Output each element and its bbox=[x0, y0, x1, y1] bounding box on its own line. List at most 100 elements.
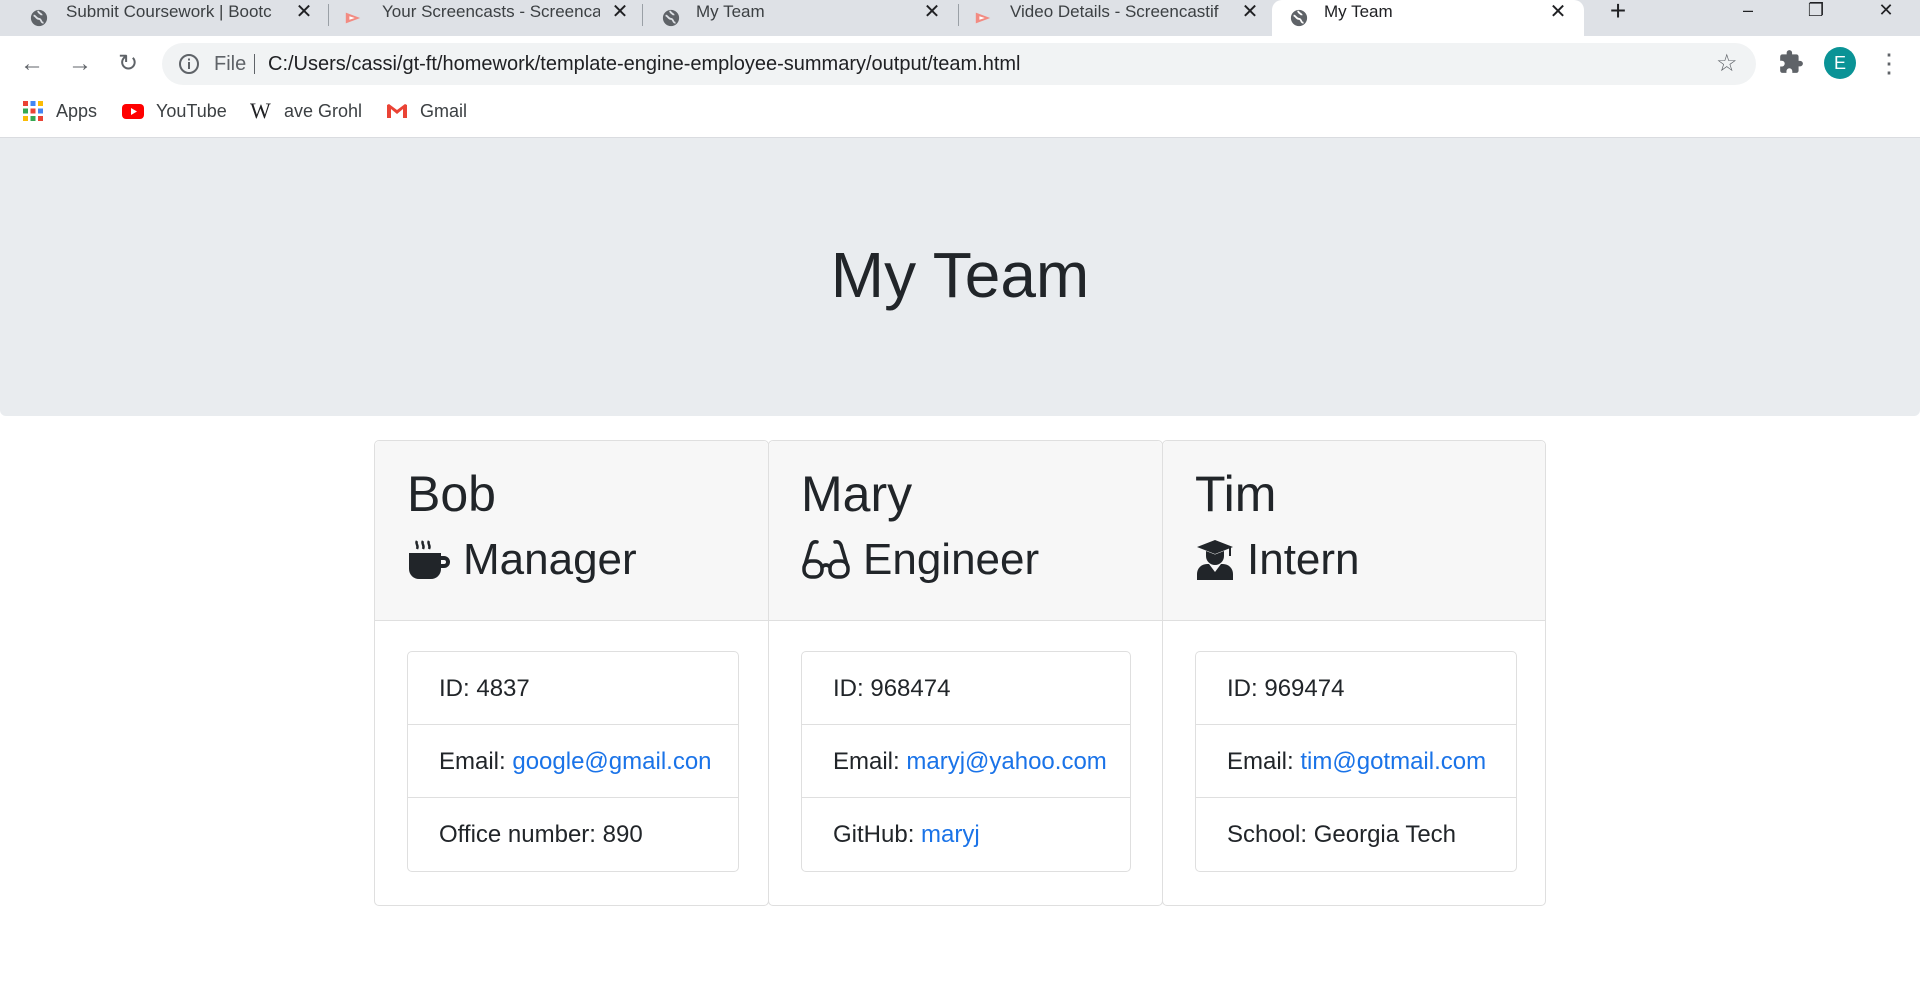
email-label: Email: bbox=[439, 748, 513, 775]
email-link[interactable]: google@gmail.con bbox=[512, 748, 711, 775]
role-label: Manager bbox=[463, 535, 637, 584]
globe-icon bbox=[662, 9, 680, 27]
jumbotron-header: My Team bbox=[0, 138, 1920, 416]
tab-close-icon[interactable]: ✕ bbox=[1548, 2, 1568, 22]
tab-your-screencasts[interactable]: Your Screencasts - Screenca ✕ bbox=[328, 0, 643, 36]
tab-submit-coursework[interactable]: Submit Coursework | Bootc ✕ bbox=[0, 0, 329, 36]
bookmarks-bar: Apps YouTube W ave Grohl Gmail bbox=[0, 92, 1920, 138]
id-label: ID: bbox=[1227, 675, 1265, 702]
employee-card-engineer: Mary Engineer ID: 968474 Email: maryj@ya… bbox=[768, 440, 1163, 906]
employee-name: Tim bbox=[1195, 466, 1277, 522]
minimize-button[interactable]: – bbox=[1718, 0, 1778, 24]
employee-card-intern: Tim Intern ID: 969474 Email: tim@gotmail… bbox=[1162, 440, 1546, 906]
wikipedia-icon: W bbox=[250, 98, 271, 123]
tab-my-team-active[interactable]: My Team ✕ bbox=[1272, 0, 1584, 36]
employee-email: Email: maryj@yahoo.com bbox=[802, 725, 1130, 798]
bookmark-label: Gmail bbox=[420, 100, 468, 121]
employee-id: ID: 968474 bbox=[802, 652, 1130, 725]
screencastify-icon bbox=[345, 12, 361, 24]
url-scheme: File bbox=[214, 53, 247, 75]
email-link[interactable]: tim@gotmail.com bbox=[1300, 748, 1486, 775]
school-label: School: bbox=[1227, 821, 1314, 848]
email-link[interactable]: maryj@yahoo.com bbox=[906, 748, 1106, 775]
employee-card-manager: Bob Manager ID: 4837 Email: google@gmail… bbox=[374, 440, 769, 906]
email-label: Email: bbox=[833, 748, 907, 775]
tab-strip: Submit Coursework | Bootc ✕ Your Screenc… bbox=[0, 0, 1920, 36]
office-label: Office number: bbox=[439, 821, 603, 848]
bookmark-youtube[interactable]: YouTube bbox=[122, 92, 227, 130]
school-value: Georgia Tech bbox=[1313, 821, 1457, 848]
employee-details-list: ID: 968474 Email: maryj@yahoo.com GitHub… bbox=[801, 651, 1131, 872]
office-value: 890 bbox=[602, 821, 643, 848]
employee-name: Bob bbox=[407, 466, 496, 522]
employee-github: GitHub: maryj bbox=[802, 798, 1130, 871]
team-cards: Bob Manager ID: 4837 Email: google@gmail… bbox=[374, 440, 1546, 906]
bookmark-label: ave Grohl bbox=[284, 100, 363, 121]
employee-details-list: ID: 4837 Email: google@gmail.con Office … bbox=[407, 651, 739, 872]
bookmark-label: Apps bbox=[56, 100, 98, 121]
employee-role: Manager bbox=[407, 535, 637, 585]
employee-id: ID: 4837 bbox=[408, 652, 738, 725]
employee-email: Email: google@gmail.con bbox=[408, 725, 738, 798]
browser-toolbar: ← → ↻ File C:/Users/cassi/gt-ft/homework… bbox=[0, 36, 1920, 92]
id-value: 4837 bbox=[476, 675, 530, 702]
id-value: 968474 bbox=[870, 675, 951, 702]
page-title: My Team bbox=[830, 239, 1090, 311]
extensions-puzzle-icon[interactable] bbox=[1778, 49, 1804, 75]
id-value: 969474 bbox=[1264, 675, 1345, 702]
url-text[interactable]: C:/Users/cassi/gt-ft/homework/template-e… bbox=[268, 43, 1021, 85]
profile-avatar[interactable]: E bbox=[1824, 47, 1856, 79]
youtube-icon bbox=[122, 104, 144, 119]
bookmark-star-icon[interactable]: ☆ bbox=[1716, 52, 1740, 76]
role-label: Intern bbox=[1247, 535, 1360, 584]
tab-close-icon[interactable]: ✕ bbox=[922, 2, 942, 22]
tab-video-details[interactable]: Video Details - Screencastif ✕ bbox=[958, 0, 1272, 36]
github-label: GitHub: bbox=[833, 821, 922, 848]
employee-email: Email: tim@gotmail.com bbox=[1196, 725, 1516, 798]
employee-id: ID: 969474 bbox=[1196, 652, 1516, 725]
reload-button[interactable]: ↻ bbox=[112, 48, 144, 80]
chrome-menu-icon[interactable]: ⋮ bbox=[1876, 48, 1902, 78]
employee-role: Intern bbox=[1195, 535, 1360, 585]
tab-title: Your Screencasts - Screenca bbox=[382, 2, 600, 21]
page-content: My Team Bob Manager ID: 4837 Email: goog… bbox=[0, 138, 1920, 1003]
restore-button[interactable]: ❐ bbox=[1786, 0, 1846, 24]
tab-my-team[interactable]: My Team ✕ bbox=[642, 0, 959, 36]
employee-school: School: Georgia Tech bbox=[1196, 798, 1516, 871]
back-button[interactable]: ← bbox=[16, 48, 48, 80]
new-tab-button[interactable]: + bbox=[1600, 0, 1636, 25]
tab-close-icon[interactable]: ✕ bbox=[294, 2, 314, 22]
employee-name: Mary bbox=[801, 466, 913, 522]
gmail-icon bbox=[387, 104, 407, 118]
url-divider bbox=[254, 54, 255, 74]
tab-close-icon[interactable]: ✕ bbox=[610, 2, 630, 22]
tab-close-icon[interactable]: ✕ bbox=[1240, 2, 1260, 22]
screencastify-icon bbox=[975, 12, 991, 24]
card-header: Mary Engineer bbox=[769, 441, 1162, 621]
address-bar[interactable]: File C:/Users/cassi/gt-ft/homework/templ… bbox=[162, 43, 1756, 85]
apps-grid-icon bbox=[23, 101, 43, 121]
employee-details-list: ID: 969474 Email: tim@gotmail.com School… bbox=[1195, 651, 1517, 872]
tab-title: Video Details - Screencastif bbox=[1010, 2, 1219, 21]
tab-title: Submit Coursework | Bootc bbox=[66, 2, 272, 21]
info-icon[interactable] bbox=[178, 53, 200, 75]
mug-icon bbox=[409, 540, 450, 579]
globe-icon bbox=[1290, 9, 1308, 27]
email-label: Email: bbox=[1227, 748, 1301, 775]
bookmark-label: YouTube bbox=[156, 100, 227, 121]
bookmark-apps[interactable]: Apps bbox=[22, 92, 97, 130]
id-label: ID: bbox=[439, 675, 477, 702]
tab-title: My Team bbox=[696, 2, 765, 21]
id-label: ID: bbox=[833, 675, 871, 702]
bookmark-wikipedia[interactable]: W ave Grohl bbox=[250, 92, 362, 130]
employee-office-number: Office number: 890 bbox=[408, 798, 738, 871]
github-link[interactable]: maryj bbox=[921, 821, 980, 848]
bookmark-gmail[interactable]: Gmail bbox=[386, 92, 467, 130]
tab-title: My Team bbox=[1324, 2, 1393, 21]
card-header: Tim Intern bbox=[1163, 441, 1545, 621]
globe-icon bbox=[30, 9, 48, 27]
graduate-icon bbox=[1197, 540, 1233, 580]
window-close-button[interactable]: ✕ bbox=[1856, 0, 1916, 24]
employee-role: Engineer bbox=[801, 535, 1039, 585]
forward-button[interactable]: → bbox=[64, 48, 96, 80]
